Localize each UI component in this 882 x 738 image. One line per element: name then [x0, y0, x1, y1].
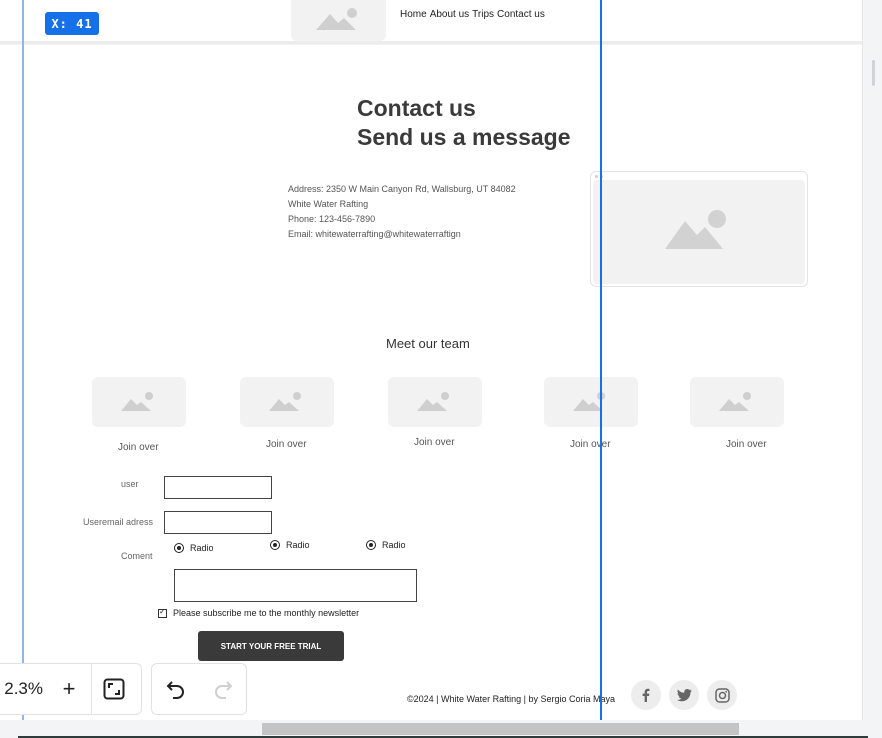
redo-button[interactable] [203, 669, 243, 709]
team-member-label: Join over [414, 437, 455, 448]
start-trial-button[interactable]: START YOUR FREE TRIAL [198, 631, 344, 661]
email-input[interactable] [164, 511, 272, 534]
redo-icon [214, 681, 232, 699]
team-member-image[interactable] [388, 377, 482, 427]
facebook-icon[interactable] [631, 680, 661, 710]
team-member-label: Join over [118, 442, 159, 453]
page-title: Contact us Send us a message [357, 94, 571, 152]
image-icon [315, 7, 357, 30]
nav-item-about[interactable]: About us [430, 9, 469, 20]
team-member-label: Join over [726, 439, 767, 450]
comment-textarea[interactable] [174, 569, 417, 602]
email-line: Email: whitewaterrafting@whitewaterrafti… [288, 229, 461, 239]
undo-button[interactable] [156, 669, 196, 709]
zoom-toolbar: 2.3% + [0, 663, 142, 715]
fit-to-screen-button[interactable] [92, 664, 136, 714]
cursor-guide-line [600, 0, 602, 720]
title-line-2: Send us a message [357, 124, 571, 150]
radio-selected-icon [270, 540, 280, 550]
footer-copyright: ©2024 | White Water Rafting | by Sergio … [407, 694, 616, 704]
comment-label: Coment [121, 551, 153, 561]
team-section-title: Meet our team [386, 336, 470, 351]
cursor-position-readout: X: 41 [45, 12, 99, 35]
nav-item-contact[interactable]: Contact us [497, 9, 545, 20]
team-member-image[interactable] [544, 377, 638, 427]
user-label: user [121, 479, 139, 489]
address-block: Address: 2350 W Main Canyon Rd, Wallsbur… [288, 182, 516, 242]
map-image-placeholder [593, 180, 805, 284]
image-icon [121, 392, 153, 411]
history-toolbar [151, 663, 247, 715]
image-icon [417, 392, 449, 411]
panel-handle[interactable] [872, 60, 875, 86]
zoom-level[interactable]: 2.3% [0, 679, 47, 699]
radio-option[interactable]: Radio [366, 540, 406, 550]
address-line: Address: 2350 W Main Canyon Rd, Wallsbur… [288, 184, 516, 194]
zoom-in-button[interactable]: + [47, 664, 91, 714]
radio-selected-icon [174, 543, 184, 553]
undo-icon [166, 681, 184, 699]
user-input[interactable] [164, 476, 272, 499]
team-member-image[interactable] [690, 377, 784, 427]
nav-item-home[interactable]: Home [400, 9, 427, 20]
team-member-image[interactable] [92, 377, 186, 427]
instagram-icon[interactable] [707, 680, 737, 710]
email-label: Useremail adress [83, 517, 154, 527]
team-member-label: Join over [570, 439, 611, 450]
newsletter-label: Please subscribe me to the monthly newsl… [173, 608, 360, 618]
checkbox-checked-icon[interactable] [158, 607, 167, 618]
team-member-label: Join over [266, 439, 307, 450]
main-nav: Home About us Trips Contact us [400, 9, 545, 20]
horizontal-scrollbar-thumb[interactable] [262, 723, 739, 735]
newsletter-checkbox-row[interactable]: Please subscribe me to the monthly newsl… [158, 607, 360, 618]
radio-label: Radio [382, 540, 406, 550]
radio-selected-icon [366, 540, 376, 550]
fit-screen-icon [103, 678, 125, 700]
company-name: White Water Rafting [288, 199, 369, 209]
image-icon [665, 210, 726, 249]
nav-item-trips[interactable]: Trips [472, 9, 494, 20]
title-line-1: Contact us [357, 95, 476, 121]
alignment-guide [22, 0, 24, 720]
radio-label: Radio [286, 540, 310, 550]
twitter-icon[interactable] [669, 680, 699, 710]
image-icon [573, 392, 605, 411]
logo-image-placeholder[interactable] [291, 0, 386, 41]
image-icon [269, 392, 301, 411]
right-panel-edge [863, 0, 882, 720]
radio-option[interactable]: Radio [270, 540, 310, 550]
map-image-card[interactable] [590, 171, 808, 287]
header-divider-shadow [0, 44, 862, 45]
image-icon [719, 392, 751, 411]
radio-label: Radio [190, 543, 214, 553]
radio-option[interactable]: Radio [174, 543, 214, 553]
team-member-image[interactable] [240, 377, 334, 427]
phone-line: Phone: 123-456-7890 [288, 214, 376, 224]
